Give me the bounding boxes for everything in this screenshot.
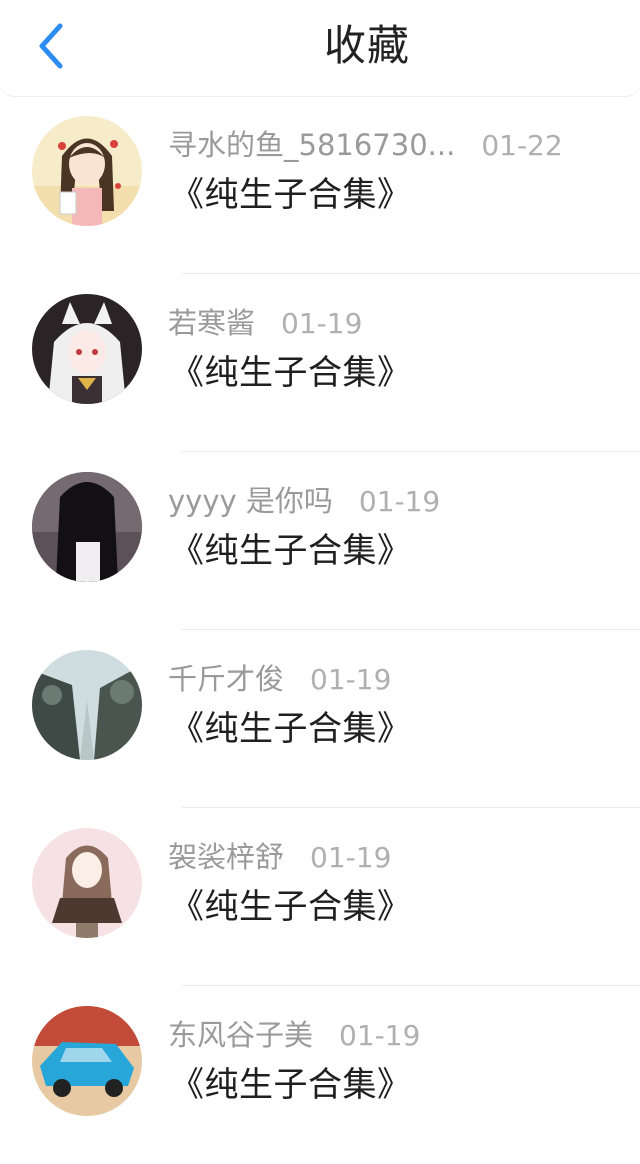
item-date: 01-19 (310, 841, 392, 874)
item-meta: 寻水的鱼_5816730... 01-22 (168, 122, 563, 168)
avatar-sketch-girl-icon (32, 828, 142, 938)
item-meta: 千斤才俊 01-19 (168, 656, 391, 702)
user-avatar[interactable] (32, 650, 142, 760)
user-avatar[interactable] (32, 472, 142, 582)
avatar-fox-girl-icon (32, 294, 142, 404)
list-item[interactable]: 寻水的鱼_5816730... 01-22 《纯生子合集》 (0, 96, 640, 274)
item-date: 01-19 (310, 663, 392, 696)
collection-title[interactable]: 《纯生子合集》 (170, 526, 412, 576)
item-meta: 东风谷子美 01-19 (168, 1012, 420, 1058)
list-item[interactable]: 东风谷子美 01-19 《纯生子合集》 (0, 986, 640, 1164)
user-avatar[interactable] (32, 1006, 142, 1116)
avatar-blue-car-icon (32, 1006, 142, 1116)
item-meta: 若寒酱 01-19 (168, 300, 362, 346)
collection-title[interactable]: 《纯生子合集》 (170, 170, 412, 220)
list-item[interactable]: 若寒酱 01-19 《纯生子合集》 (0, 274, 640, 452)
username[interactable]: 千斤才俊 (168, 662, 284, 696)
avatar-trees-icon (32, 650, 142, 760)
list-item[interactable]: 千斤才俊 01-19 《纯生子合集》 (0, 630, 640, 808)
favorites-list: 寻水的鱼_5816730... 01-22 《纯生子合集》 若寒酱 01-19 《纯… (0, 96, 640, 1164)
user-avatar[interactable] (32, 828, 142, 938)
username[interactable]: yyyy 是你吗 (168, 484, 333, 518)
item-date: 01-19 (339, 1019, 421, 1052)
collection-title[interactable]: 《纯生子合集》 (170, 348, 412, 398)
collection-title[interactable]: 《纯生子合集》 (170, 882, 412, 932)
collection-title[interactable]: 《纯生子合集》 (170, 1060, 412, 1110)
item-date: 01-22 (481, 129, 563, 162)
username[interactable]: 寻水的鱼_5816730... (168, 128, 455, 162)
username[interactable]: 东风谷子美 (168, 1018, 313, 1052)
item-date: 01-19 (358, 485, 441, 518)
list-item[interactable]: yyyy 是你吗 01-19 《纯生子合集》 (0, 452, 640, 630)
page-title: 收藏 (324, 21, 411, 70)
item-date: 01-19 (281, 307, 363, 340)
list-item[interactable]: 袈裟梓舒 01-19 《纯生子合集》 (0, 808, 640, 986)
avatar-girl-braids-icon (32, 116, 142, 226)
avatar-dark-hair-icon (32, 472, 142, 582)
collection-title[interactable]: 《纯生子合集》 (170, 704, 412, 754)
username[interactable]: 若寒酱 (168, 306, 255, 340)
user-avatar[interactable] (32, 294, 142, 404)
item-meta: yyyy 是你吗 01-19 (168, 478, 440, 524)
item-meta: 袈裟梓舒 01-19 (168, 834, 391, 880)
user-avatar[interactable] (32, 116, 142, 226)
top-nav-bar: 收藏 (0, 0, 640, 96)
username[interactable]: 袈裟梓舒 (168, 840, 284, 874)
